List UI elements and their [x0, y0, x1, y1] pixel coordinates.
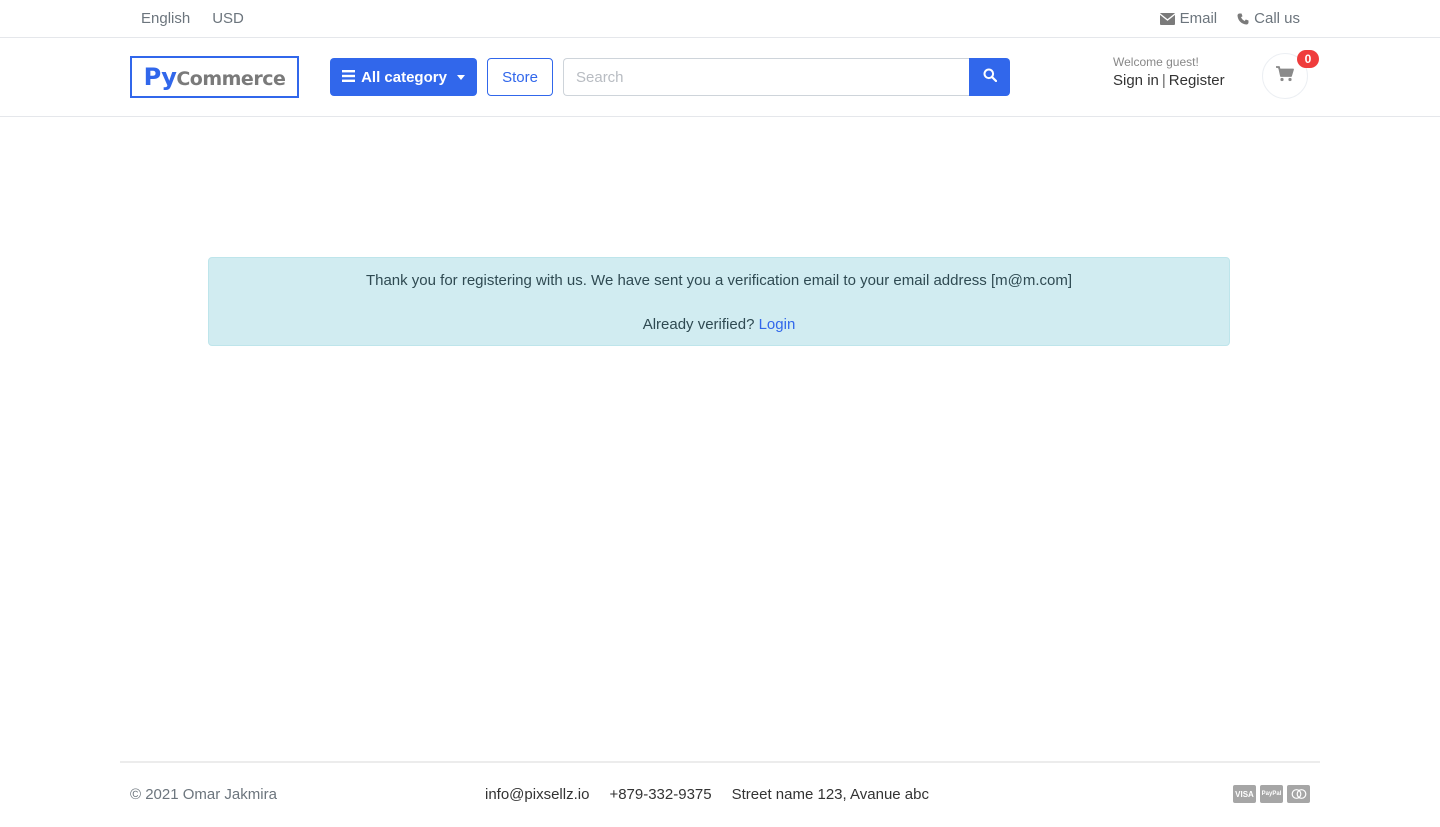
caret-down-icon: [456, 74, 465, 80]
topbar-right: Email Call us: [1159, 10, 1300, 27]
email-label: Email: [1179, 10, 1218, 27]
sign-in-link[interactable]: Sign in: [1113, 72, 1159, 89]
call-label: Call us: [1254, 10, 1300, 27]
logo-py: Py: [143, 63, 177, 91]
store-button[interactable]: Store: [487, 58, 553, 96]
mastercard-icon: [1287, 785, 1310, 803]
email-link[interactable]: Email: [1159, 10, 1218, 27]
auth-separator: |: [1161, 72, 1166, 89]
already-verified-line: Already verified? Login: [209, 316, 1229, 333]
paypal-icon: PayPal: [1260, 785, 1283, 803]
footer-phone[interactable]: +879-332-9375: [609, 786, 711, 803]
register-link[interactable]: Register: [1169, 72, 1225, 89]
shopping-cart-icon: [1276, 65, 1294, 87]
envelope-icon: [1159, 12, 1175, 25]
footer-address: Street name 123, Avanue abc: [731, 786, 929, 803]
copyright-text: © 2021 Omar Jakmira: [130, 786, 277, 803]
main-header: PyCommerce All category Store Welcome gu…: [0, 38, 1440, 117]
payment-methods: VISA PayPal: [1233, 785, 1310, 803]
welcome-block: Welcome guest! Sign in | Register: [1113, 55, 1225, 89]
call-link[interactable]: Call us: [1237, 10, 1300, 27]
registration-alert: Thank you for registering with us. We ha…: [208, 257, 1230, 346]
logo-commerce: Commerce: [176, 67, 286, 90]
phone-icon: [1237, 13, 1249, 25]
welcome-text: Welcome guest!: [1113, 55, 1199, 69]
top-bar: English USD Email Call us: [0, 0, 1440, 38]
site-logo[interactable]: Py Commerce: [130, 56, 299, 98]
site-footer: © 2021 Omar Jakmira info@pixsellz.io +87…: [120, 761, 1320, 827]
language-selector[interactable]: English: [141, 10, 190, 27]
cart-count-badge: 0: [1297, 50, 1319, 68]
search-bar: [563, 58, 1010, 96]
menu-bars-icon: [342, 69, 356, 86]
search-input[interactable]: [563, 58, 969, 96]
search-button[interactable]: [969, 58, 1010, 96]
auth-links: Sign in | Register: [1113, 72, 1225, 89]
footer-contacts: info@pixsellz.io +879-332-9375 Street na…: [485, 786, 929, 803]
footer-email[interactable]: info@pixsellz.io: [485, 786, 589, 803]
all-category-button[interactable]: All category: [330, 58, 477, 96]
search-icon: [983, 68, 997, 87]
visa-icon: VISA: [1233, 785, 1256, 803]
verification-message: Thank you for registering with us. We ha…: [365, 272, 1073, 289]
login-link[interactable]: Login: [759, 316, 796, 333]
already-verified-text: Already verified?: [642, 316, 755, 333]
topbar-left: English USD: [141, 10, 244, 27]
all-category-label: All category: [361, 68, 447, 86]
currency-selector[interactable]: USD: [212, 10, 244, 27]
